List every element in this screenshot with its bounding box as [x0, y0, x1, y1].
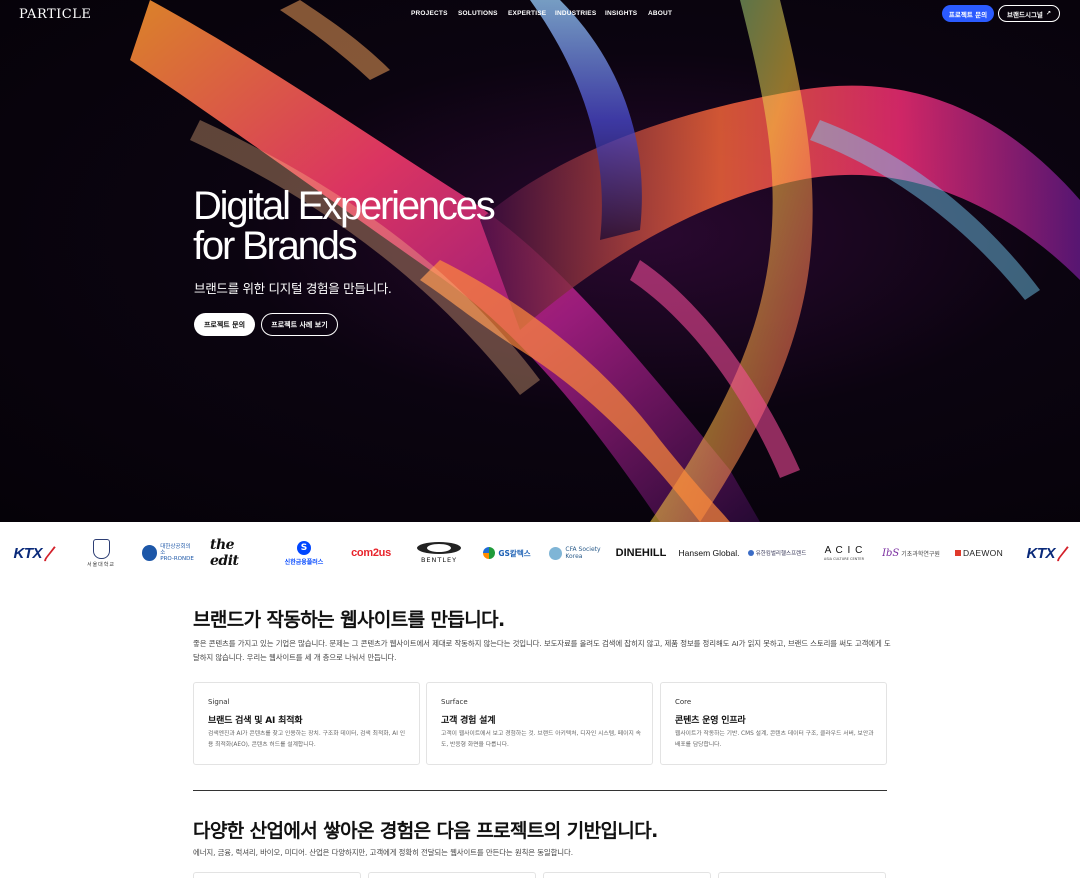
- section-description-industries: 에너지, 금융, 럭셔리, 바이오, 미디어. 산업은 다양하지만, 고객에게 …: [193, 848, 573, 857]
- logo-shinhan-text: 신한금융플러스: [284, 558, 324, 566]
- shinhan-s-icon: S: [297, 540, 311, 555]
- bentley-wings-icon: [417, 542, 461, 554]
- logo-yuhan: 유한킴벌리헬스프렌드: [746, 522, 808, 584]
- menu-item-solutions[interactable]: SOLUTIONS: [458, 10, 508, 17]
- project-card[interactable]: [193, 872, 361, 878]
- logo-hansem: Hansem Global.: [678, 548, 740, 558]
- layer-card-surface: Surface 고객 경험 설계 고객이 웹사이트에서 보고 경험하는 것. 브…: [426, 682, 653, 765]
- logo-ktx: KTX 〳: [13, 544, 57, 563]
- card-body: 고객이 웹사이트에서 보고 경험하는 것. 브랜드 아키텍처, 디자인 시스템,…: [441, 731, 641, 748]
- project-card[interactable]: [543, 872, 711, 878]
- logo-shinhan: S 신한금융플러스: [278, 522, 330, 584]
- gs-ball-icon: [483, 547, 496, 559]
- main-menu: PROJECTS SOLUTIONS EXPERTISE INDUSTRIES …: [411, 10, 678, 17]
- hero-title-line2: for Brands: [193, 224, 358, 268]
- logo-the-edit: the edit: [210, 537, 239, 569]
- logo-ibs-text: 기초과학연구원: [901, 550, 940, 558]
- hero-inquiry-button[interactable]: 프로젝트 문의: [194, 313, 255, 336]
- logo-bentley: BENTLEY: [414, 522, 464, 584]
- card-keyword: Signal: [208, 698, 230, 706]
- card-keyword: Surface: [441, 698, 468, 706]
- brand-logo[interactable]: PARTICLE: [19, 7, 91, 22]
- section-divider: [193, 790, 887, 791]
- logo-ibs: IbS 기초과학연구원: [882, 522, 940, 584]
- logo-ktx-repeat: KTX 〳: [1026, 544, 1070, 563]
- logo-ktx-text: KTX: [13, 544, 42, 562]
- menu-item-industries[interactable]: INDUSTRIES: [555, 10, 605, 17]
- layer-card-core: Core 콘텐츠 운영 인프라 웹사이트가 작동하는 기반. CMS 설계, 콘…: [660, 682, 887, 765]
- logo-cfa: CFA Society Korea: [546, 522, 604, 584]
- logo-bentley-text: BENTLEY: [420, 556, 458, 564]
- logo-daewon-text: DAEWON: [962, 548, 1004, 558]
- hero-title-line1: Digital Experiences: [193, 184, 496, 228]
- hero-title: Digital Experiences for Brands: [193, 184, 496, 268]
- logo-snu: 서울대학교: [80, 522, 122, 584]
- logo-cfa-line1: CFA Society: [565, 546, 601, 553]
- client-logo-strip: KTX 〳 서울대학교 대한상공회의소 PRO-RONDE the edit S …: [0, 522, 1080, 584]
- hero-section: PARTICLE PROJECTS SOLUTIONS EXPERTISE IN…: [0, 0, 1080, 522]
- ibs-mark-icon: IbS: [882, 547, 900, 559]
- brand-signal-button[interactable]: 브랜드시그널 ↗: [998, 5, 1060, 22]
- card-title: 브랜드 검색 및 AI 최적화: [208, 716, 303, 726]
- cfa-globe-icon: [549, 546, 563, 560]
- section-description-websites: 좋은 콘텐츠를 가지고 있는 기업은 많습니다. 문제는 그 콘텐츠가 웹사이트…: [193, 639, 891, 662]
- logo-ronde-line1: 대한상공회의소: [160, 544, 191, 556]
- logo-acic-subtext: ASIA CULTURE CENTER: [823, 557, 865, 561]
- snu-emblem-icon: [92, 538, 110, 559]
- logo-gs: GS칼텍스: [480, 522, 534, 584]
- project-card[interactable]: [368, 872, 536, 878]
- menu-item-insights[interactable]: INSIGHTS: [605, 10, 648, 17]
- logo-cfa-line2: Korea: [565, 553, 583, 560]
- logo-yuhan-text: 유한킴벌리헬스프렌드: [755, 551, 807, 557]
- project-card[interactable]: [718, 872, 886, 878]
- logo-com2us: com2us: [351, 547, 391, 559]
- external-link-icon: ↗: [1045, 10, 1051, 17]
- project-inquiry-button[interactable]: 프로젝트 문의: [942, 5, 994, 22]
- hero-abstract-artwork: [130, 0, 1080, 522]
- ronde-circle-icon: [142, 545, 158, 561]
- card-keyword: Core: [675, 698, 692, 706]
- logo-daewon: DAEWON: [950, 522, 1008, 584]
- section-title-websites: 브랜드가 작동하는 웹사이트를 만듭니다.: [193, 609, 505, 631]
- logo-acic-text: A C I C: [824, 545, 864, 556]
- card-title: 고객 경험 설계: [441, 716, 496, 726]
- hero-cases-button[interactable]: 프로젝트 사례 보기: [261, 313, 338, 336]
- daewon-square-icon: [954, 550, 961, 556]
- menu-item-expertise[interactable]: EXPERTISE: [508, 10, 555, 17]
- card-body: 검색엔진과 AI가 콘텐츠를 찾고 인용하는 장치. 구조화 데이터, 검색 최…: [208, 731, 406, 748]
- yuhan-dot-icon: [747, 550, 754, 556]
- menu-item-about[interactable]: ABOUT: [648, 10, 678, 17]
- section-title-industries: 다양한 산업에서 쌓아온 경험은 다음 프로젝트의 기반입니다.: [193, 820, 658, 842]
- layer-card-signal: Signal 브랜드 검색 및 AI 최적화 검색엔진과 AI가 콘텐츠를 찾고…: [193, 682, 420, 765]
- logo-acic: A C I C ASIA CULTURE CENTER: [818, 522, 870, 584]
- logo-ronde: 대한상공회의소 PRO-RONDE: [142, 522, 194, 584]
- logo-ronde-line2: PRO-RONDE: [160, 556, 194, 562]
- logo-snu-text: 서울대학교: [86, 561, 115, 568]
- logo-gs-text: GS칼텍스: [498, 548, 531, 558]
- logo-dinehill: DINEHILL: [615, 547, 667, 559]
- brand-signal-label: 브랜드시그널: [1007, 10, 1043, 19]
- hero-subtitle: 브랜드를 위한 디지털 경험을 만듭니다.: [194, 281, 392, 296]
- card-body: 웹사이트가 작동하는 기반. CMS 설계, 콘텐츠 데이터 구조, 클라우드 …: [675, 731, 874, 748]
- menu-item-projects[interactable]: PROJECTS: [411, 10, 458, 17]
- top-nav: PARTICLE PROJECTS SOLUTIONS EXPERTISE IN…: [0, 0, 1080, 28]
- card-title: 콘텐츠 운영 인프라: [675, 716, 746, 726]
- logo-ktx-repeat-text: KTX: [1026, 544, 1055, 562]
